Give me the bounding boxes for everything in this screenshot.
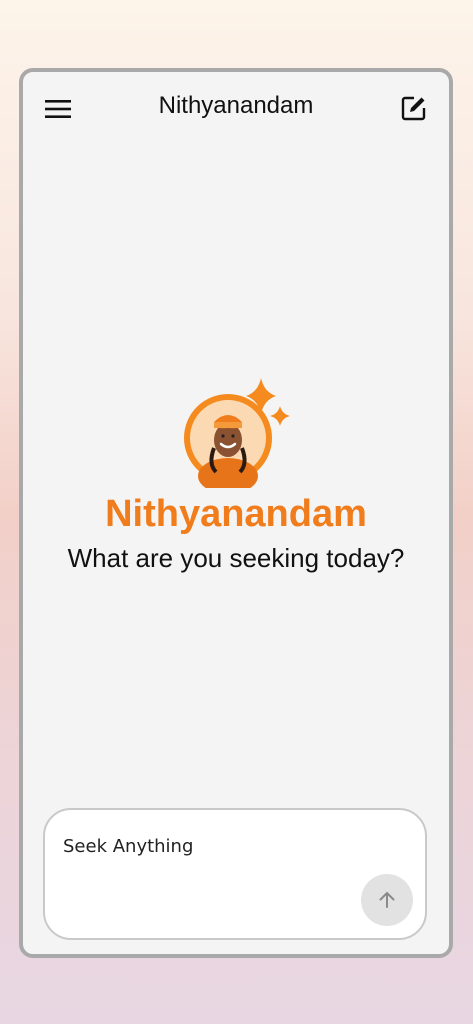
brand-name: Nithyanandam [105,493,367,535]
tagline: What are you seeking today? [67,543,405,573]
top-bar: Nithyanandam [23,72,449,144]
arrow-up-icon [379,892,395,908]
new-chat-button[interactable] [399,93,429,123]
app-title: Nithyanandam [158,92,314,119]
seek-input[interactable] [63,836,353,876]
hero-section: Nithyanandam What are you seeking today? [23,378,449,574]
brand-logo [176,378,296,488]
app-window: Nithyanandam Nithyanandam What are you s… [19,68,453,958]
send-button[interactable] [361,874,413,926]
edit-note-icon [401,96,426,121]
composer [43,808,427,940]
